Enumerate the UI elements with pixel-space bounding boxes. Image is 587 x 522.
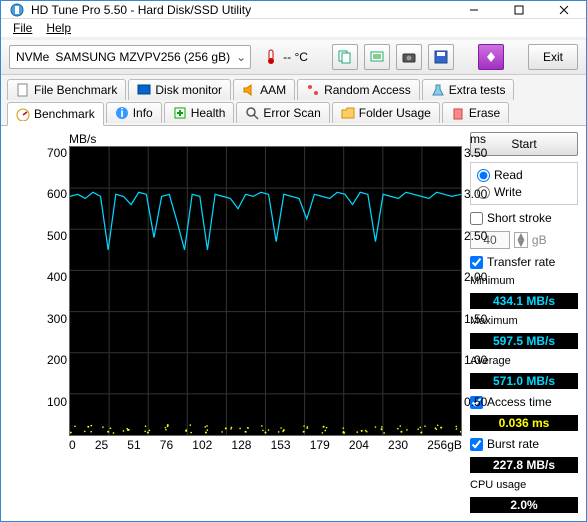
file-icon	[16, 83, 30, 97]
health-icon	[173, 106, 187, 120]
y-left-unit: MB/s	[69, 132, 96, 146]
titlebar: HD Tune Pro 5.50 - Hard Disk/SSD Utility	[1, 1, 586, 19]
drive-prefix: NVMe	[16, 50, 49, 64]
chart-area: MB/s ms 700600500400300200100 3.503.002.…	[9, 132, 462, 513]
thermometer-icon	[263, 49, 279, 65]
chevron-down-icon: ⌄	[236, 50, 246, 64]
monitor-icon	[137, 83, 151, 97]
app-window: HD Tune Pro 5.50 - Hard Disk/SSD Utility…	[0, 0, 587, 522]
y-right-unit: ms	[470, 132, 486, 146]
speaker-icon	[242, 83, 256, 97]
gauge-icon	[16, 107, 30, 121]
tab-file-benchmark[interactable]: File Benchmark	[7, 79, 126, 100]
drive-name: SAMSUNG MZVPV256 (256 gB)	[55, 50, 230, 64]
save-button[interactable]	[428, 44, 454, 70]
temperature-value: -- °C	[283, 50, 308, 64]
close-button[interactable]	[541, 1, 586, 18]
minimize-button[interactable]	[451, 1, 496, 18]
tab-random-access[interactable]: Random Access	[297, 79, 420, 100]
menu-file[interactable]: File	[7, 19, 38, 37]
toolbar: NVMe SAMSUNG MZVPV256 (256 gB) ⌄ -- °C E…	[1, 40, 586, 75]
tab-info[interactable]: iInfo	[106, 102, 162, 123]
screenshot-button[interactable]	[396, 44, 422, 70]
window-title: HD Tune Pro 5.50 - Hard Disk/SSD Utility	[31, 3, 451, 17]
tab-disk-monitor[interactable]: Disk monitor	[128, 79, 231, 100]
tab-error-scan[interactable]: Error Scan	[236, 102, 329, 123]
random-icon	[306, 83, 320, 97]
tab-erase[interactable]: Erase	[442, 102, 509, 123]
flask-icon	[431, 83, 445, 97]
exit-button[interactable]: Exit	[528, 44, 578, 70]
erase-icon	[451, 106, 465, 120]
tab-folder-usage[interactable]: Folder Usage	[332, 102, 440, 123]
x-axis: 0255176102128153179204230256gB	[39, 436, 462, 452]
y-axis-right: 3.503.002.502.001.501.000.50	[464, 146, 492, 436]
benchmark-chart	[69, 146, 462, 436]
tab-extra-tests[interactable]: Extra tests	[422, 79, 515, 100]
tab-aam[interactable]: AAM	[233, 79, 295, 100]
drive-selector[interactable]: NVMe SAMSUNG MZVPV256 (256 gB) ⌄	[9, 45, 251, 69]
copy-screenshot-button[interactable]	[364, 44, 390, 70]
temperature-display: -- °C	[257, 49, 314, 65]
app-icon	[9, 2, 25, 18]
search-icon	[245, 106, 259, 120]
copy-info-button[interactable]	[332, 44, 358, 70]
tab-row-2: Benchmark iInfo Health Error Scan Folder…	[1, 102, 586, 125]
info-icon: i	[115, 106, 129, 120]
menu-help[interactable]: Help	[40, 19, 77, 37]
folder-icon	[341, 106, 355, 120]
y-axis-left: 700600500400300200100	[39, 146, 67, 436]
svg-text:i: i	[120, 106, 123, 120]
tab-row-1: File Benchmark Disk monitor AAM Random A…	[1, 75, 586, 102]
benchmark-content: MB/s ms 700600500400300200100 3.503.002.…	[1, 125, 586, 521]
menubar: File Help	[1, 19, 586, 40]
tab-benchmark[interactable]: Benchmark	[7, 102, 104, 126]
maximize-button[interactable]	[496, 1, 541, 18]
options-button[interactable]	[478, 44, 504, 70]
tab-health[interactable]: Health	[164, 102, 235, 123]
window-controls	[451, 1, 586, 18]
